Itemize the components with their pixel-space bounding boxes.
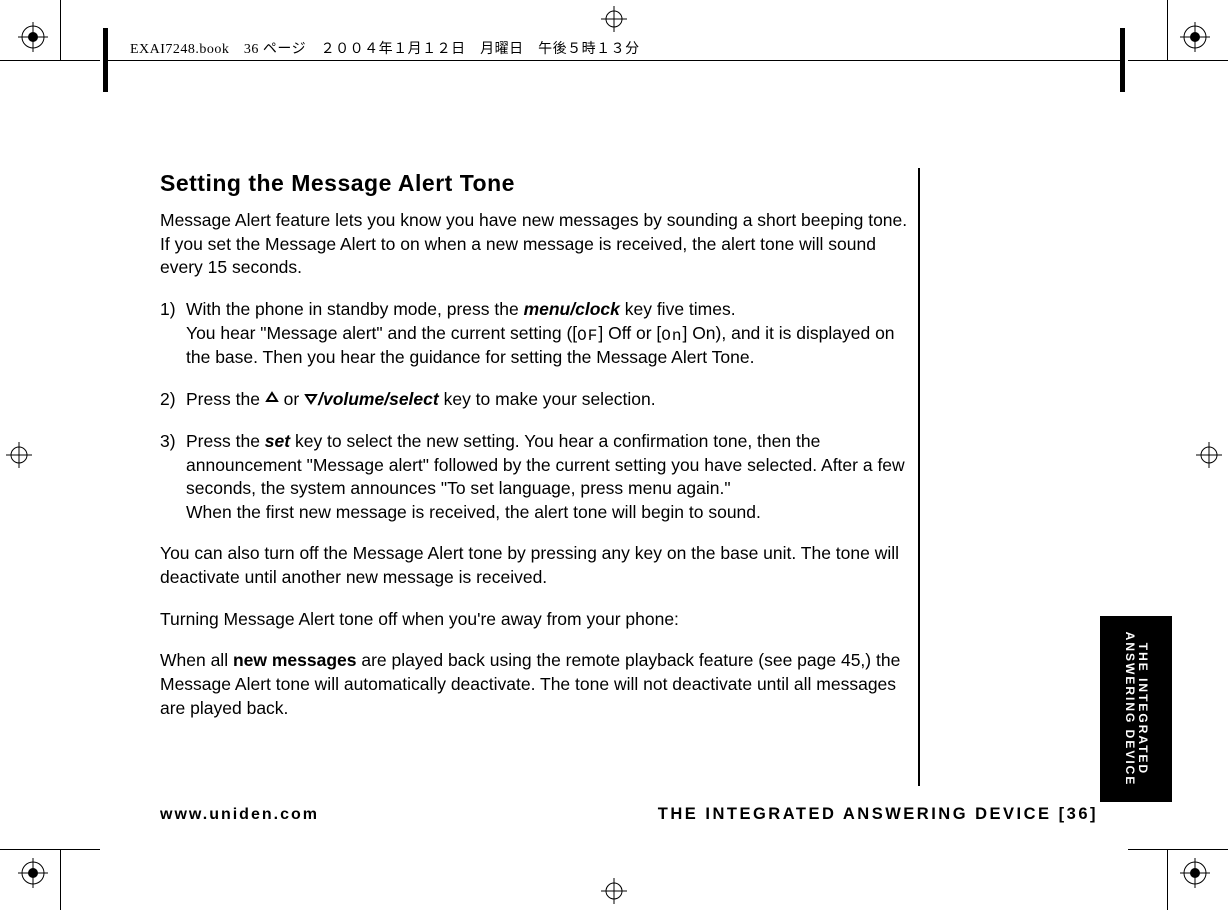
registration-mark-icon [18,858,48,888]
registration-mark-icon [1180,858,1210,888]
crop-line [1128,60,1228,61]
down-arrow-icon [304,388,318,412]
step-number: 3) [160,430,176,454]
step-3: 3) Press the set key to select the new s… [160,430,908,525]
segment-off-icon: OF [577,326,598,348]
menu-clock-key: menu/clock [524,299,620,319]
thumb-tab: THE INTEGRATED ANSWERING DEVICE [1100,616,1172,802]
step-number: 2) [160,388,176,412]
content-divider [918,168,920,786]
crop-line [1128,849,1228,850]
intro-paragraph: Message Alert feature lets you know you … [160,209,908,280]
step-number: 1) [160,298,176,322]
registration-mark-icon [1180,22,1210,52]
registration-mark-icon [601,878,627,904]
registration-mark-icon [6,442,32,468]
step-2: 2) Press the or /volume/select key to ma… [160,388,908,412]
thumb-tab-label: THE INTEGRATED ANSWERING DEVICE [1123,632,1149,787]
crop-line [0,60,100,61]
step-1: 1) With the phone in standby mode, press… [160,298,908,370]
body-text: Setting the Message Alert Tone Message A… [160,168,908,738]
set-key: set [265,431,290,451]
footer-section: THE INTEGRATED ANSWERING DEVICE [36] [658,805,1098,824]
volume-select-key: /volume/select [318,389,439,409]
crop-line [0,849,100,850]
registration-mark-icon [601,6,627,32]
segment-on-icon: On [661,326,682,348]
crop-line [1167,0,1168,60]
footer-url: www.uniden.com [160,806,319,824]
crop-line [1167,850,1168,910]
registration-mark-icon [1196,442,1222,468]
paragraph-remote: When all new messages are played back us… [160,649,908,720]
up-arrow-icon [265,388,279,412]
header-rule [108,60,1120,61]
document-page: EXAI7248.book 36 ページ ２００４年１月１２日 月曜日 午後５時… [0,0,1228,910]
registration-mark-icon [18,22,48,52]
print-header: EXAI7248.book 36 ページ ２００４年１月１２日 月曜日 午後５時… [130,38,640,58]
crop-line [60,850,61,910]
paragraph-turnoff: You can also turn off the Message Alert … [160,542,908,589]
page-footer: www.uniden.com THE INTEGRATED ANSWERING … [160,805,1098,824]
section-heading: Setting the Message Alert Tone [160,168,908,199]
crop-line [60,0,61,60]
paragraph-away: Turning Message Alert tone off when you'… [160,608,908,632]
header-cap [1120,28,1125,92]
new-messages-bold: new messages [233,650,357,670]
